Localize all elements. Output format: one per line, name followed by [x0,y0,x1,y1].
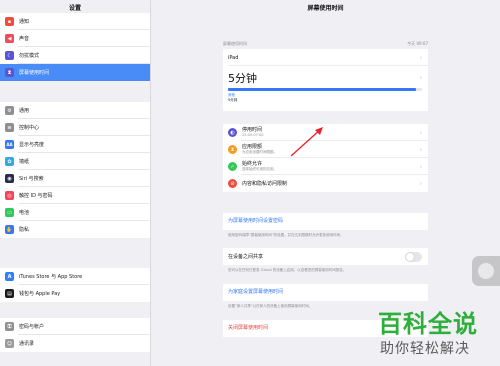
annotation-arrow [290,127,323,157]
sidebar-item-siri[interactable]: ◉ Siri 与搜索 [0,170,150,187]
sidebar-item-notifications[interactable]: ▪ 通知 [0,13,150,30]
downtime-icon: ◐ [228,128,237,137]
sidebar-item-privacy[interactable]: ✋ 隐私 [0,221,150,238]
sidebar-item-label: 电池 [19,210,30,216]
device-name: iPad [228,54,239,61]
sidebar-group-2: ⚙ 通用 ≡ 控制中心 AA 显示与亮度 ✿ 墙纸 ◉ Siri 与搜索 ◎ 触… [0,102,150,238]
privacy-hand-icon: ✋ [5,225,14,234]
sidebar-item-do-not-disturb[interactable]: ☾ 勿扰模式 [0,47,150,64]
hourglass-icon: ⧗ [5,68,14,77]
watermark: 百科全说 助你轻松解决 [360,300,500,366]
always-allowed-row[interactable]: ✓ 始终允许 选择始终可用的应用。 › [223,158,428,175]
sidebar-item-contacts[interactable]: ☺ 通讯录 [0,335,150,352]
row-subtitle: 为应用设置时间限额。 [242,150,277,154]
moon-icon: ☾ [5,51,14,60]
display-icon: AA [5,140,14,149]
key-icon: ⚿ [5,322,14,331]
sidebar-item-label: 显示与亮度 [19,142,45,148]
app-store-icon: A [5,272,14,281]
sidebar-group-3: A iTunes Store 与 App Store ▤ 钱包与 Apple P… [0,268,150,302]
sidebar-item-label: 触控 ID 与密码 [19,193,53,199]
usage-caption-time: 今天 09:07 [407,41,428,46]
sidebar-item-label: 勿扰模式 [19,53,40,59]
sidebar-item-label: 通用 [19,108,30,114]
sidebar-item-passwords[interactable]: ⚿ 密码与帐户 [0,318,150,335]
share-note: 您可以在任何已登录 iCloud 的设备上启用，以查看您的屏幕使用时间报告。 [228,268,347,272]
usage-total: 5分钟 [228,72,257,85]
sidebar-item-label: 通讯录 [19,341,35,347]
sidebar-item-app-store[interactable]: A iTunes Store 与 App Store [0,268,150,285]
wallet-icon: ▤ [5,289,14,298]
limits-card: ◐ 停用时间 22:00-07:00 › ⧗ 应用限额 为应用设置时间限额。 ›… [223,124,428,192]
fingerprint-icon: ◎ [5,191,14,200]
wallpaper-icon: ✿ [5,157,14,166]
sidebar-group-4: ⚿ 密码与帐户 ☺ 通讯录 [0,318,150,352]
row-subtitle: 选择始终可用的应用。 [242,167,277,171]
share-card: 在设备之间共享 [223,248,428,265]
always-allowed-icon: ✓ [228,162,237,171]
sidebar-group-1: ▪ 通知 ◀ 声音 ☾ 勿扰模式 ⧗ 屏幕使用时间 [0,13,150,81]
sidebar-item-general[interactable]: ⚙ 通用 [0,102,150,119]
row-subtitle: 22:00-07:00 [242,133,264,137]
sidebar-item-sounds[interactable]: ◀ 声音 [0,30,150,47]
sidebar-item-label: 墙纸 [19,159,30,165]
control-center-icon: ≡ [5,123,14,132]
set-passcode-link[interactable]: 为屏幕使用时间设置密码 [223,213,428,230]
notifications-icon: ▪ [5,17,14,26]
share-across-devices-toggle[interactable] [405,251,422,262]
restrictions-row[interactable]: ⊘ 内容和隐私访问限制 › [223,175,428,192]
sidebar-item-label: Siri 与搜索 [19,176,44,182]
sidebar-item-label: 屏幕使用时间 [19,70,50,76]
passcode-note: 使用密码保障“屏幕使用时间”的设置，并在达到限额时允许更多使用时间。 [228,233,344,237]
sidebar-item-battery[interactable]: ▭ 电池 [0,204,150,221]
row-label: 在设备之间共享 [228,253,264,260]
usage-bar [228,88,422,91]
sidebar-item-label: 钱包与 Apple Pay [19,291,61,297]
usage-summary-card[interactable]: iPad › 5分钟 › 其他 5分钟 [223,49,428,111]
family-card[interactable]: 为家庭设置屏幕使用时间 [223,284,428,301]
chevron-right-icon: › [419,180,422,187]
siri-icon: ◉ [5,174,14,183]
share-across-devices-row: 在设备之间共享 [223,248,428,265]
page-title: 屏幕使用时间 [307,5,344,12]
app-limits-icon: ⧗ [228,145,237,154]
sidebar-item-screen-time[interactable]: ⧗ 屏幕使用时间 [0,64,150,81]
sidebar-item-wallet[interactable]: ▤ 钱包与 Apple Pay [0,285,150,302]
sidebar-item-label: 隐私 [19,227,30,233]
app-limits-row[interactable]: ⧗ 应用限额 为应用设置时间限额。 › [223,141,428,158]
sidebar-item-control-center[interactable]: ≡ 控制中心 [0,119,150,136]
battery-icon: ▭ [5,208,14,217]
sidebar-item-label: 密码与帐户 [19,324,45,330]
device-row[interactable]: iPad › [223,49,428,66]
passcode-card[interactable]: 为屏幕使用时间设置密码 [223,213,428,230]
usage-bar-fill [228,88,417,91]
usage-caption-label: 屏幕使用时间 [223,41,247,46]
chevron-right-icon: › [419,146,422,153]
sidebar-item-display[interactable]: AA 显示与亮度 [0,136,150,153]
chevron-right-icon: › [419,129,422,136]
sidebar-item-touch-id[interactable]: ◎ 触控 ID 与密码 [0,187,150,204]
usage-category-value: 5分钟 [228,98,238,102]
usage-total-block: 5分钟 › 其他 5分钟 [223,66,428,111]
downtime-row[interactable]: ◐ 停用时间 22:00-07:00 › [223,124,428,141]
sidebar-item-label: 声音 [19,36,30,42]
chevron-right-icon: › [419,54,422,61]
chevron-right-icon: › [419,163,422,170]
sound-icon: ◀ [5,34,14,43]
gear-icon: ⚙ [5,106,14,115]
assistive-touch-button[interactable] [472,256,500,286]
sidebar-item-wallpaper[interactable]: ✿ 墙纸 [0,153,150,170]
sidebar-item-label: 通知 [19,19,30,25]
usage-caption: 屏幕使用时间 今天 09:07 [223,41,428,47]
chevron-right-icon: › [419,74,422,82]
settings-sidebar: 设置 ▪ 通知 ◀ 声音 ☾ 勿扰模式 ⧗ 屏幕使用时间 ⚙ 通用 ≡ 控制中心… [0,0,151,366]
watermark-subtitle: 助你轻松解决 [380,341,470,357]
sidebar-item-label: iTunes Store 与 App Store [19,274,83,280]
restrictions-icon: ⊘ [228,179,237,188]
family-setup-link[interactable]: 为家庭设置屏幕使用时间 [223,284,428,301]
watermark-title: 百科全说 [378,310,478,338]
contacts-icon: ☺ [5,339,14,348]
sidebar-item-label: 控制中心 [19,125,40,131]
row-label: 内容和隐私访问限制 [242,180,288,187]
